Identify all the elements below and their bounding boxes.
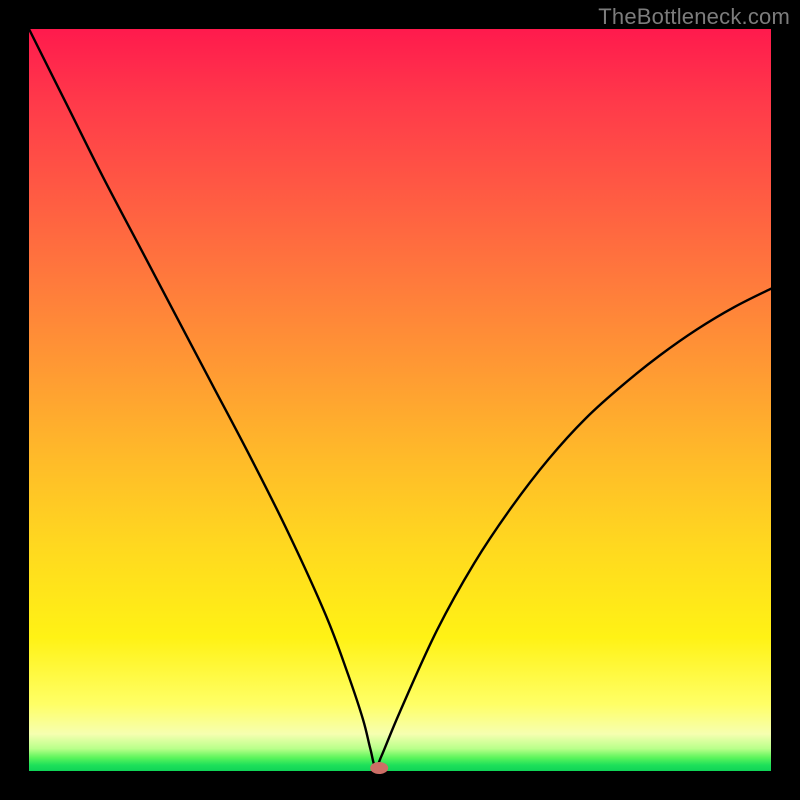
bottleneck-curve xyxy=(29,29,771,768)
bottleneck-marker xyxy=(370,762,388,774)
chart-frame: TheBottleneck.com xyxy=(0,0,800,800)
chart-svg xyxy=(29,29,771,771)
watermark-text: TheBottleneck.com xyxy=(598,4,790,30)
plot-area xyxy=(29,29,771,771)
